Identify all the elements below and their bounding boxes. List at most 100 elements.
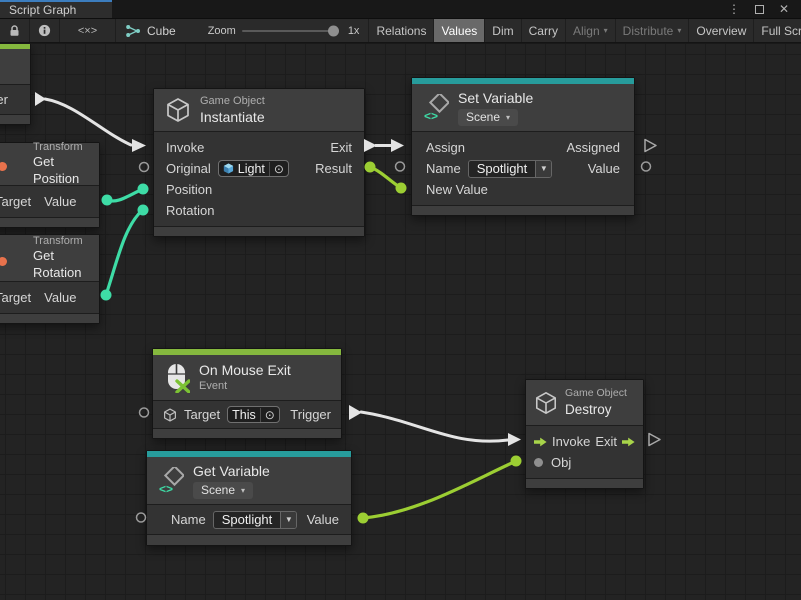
mouse-exit-icon bbox=[164, 363, 190, 393]
port-label-rotation: Rotation bbox=[166, 203, 214, 218]
graph-name: Cube bbox=[147, 24, 176, 38]
target-value: This bbox=[232, 408, 256, 422]
wire-get-variable-to-obj[interactable] bbox=[363, 462, 514, 518]
full-screen-button[interactable]: Full Screen bbox=[753, 19, 801, 42]
graph-canvas[interactable]: Trigger Transform Get Position Target Va… bbox=[0, 44, 801, 600]
code-icon: <×> bbox=[78, 25, 97, 37]
port-get-position-value-out[interactable] bbox=[102, 195, 113, 206]
node-on-mouse-exit[interactable]: On Mouse Exit Event Target This ⊙ Trigge… bbox=[152, 348, 342, 439]
port-label-assign: Assign bbox=[426, 140, 465, 155]
port-label-value: Value bbox=[44, 290, 76, 305]
port-label-name: Name bbox=[426, 161, 461, 176]
port-destroy-invoke-in[interactable] bbox=[508, 433, 521, 446]
zoom-slider-knob[interactable] bbox=[328, 25, 339, 36]
node-set-variable[interactable]: <> Set Variable Scene ▾ Assign Assigned … bbox=[411, 77, 635, 216]
flow-arrow-icon[interactable] bbox=[622, 437, 635, 447]
overview-button[interactable]: Overview bbox=[688, 19, 753, 42]
port-label-result: Result bbox=[315, 161, 352, 176]
chevron-down-icon[interactable]: ▼ bbox=[535, 161, 551, 177]
relations-button[interactable]: Relations bbox=[368, 19, 433, 42]
dim-button[interactable]: Dim bbox=[484, 19, 520, 42]
port-instantiate-invoke-in[interactable] bbox=[132, 139, 146, 152]
chevron-down-icon: ▾ bbox=[241, 487, 245, 495]
port-get-variable-value-out[interactable] bbox=[358, 513, 369, 524]
port-instantiate-original-in[interactable] bbox=[140, 163, 149, 172]
node-get-rotation[interactable]: Transform Get Rotation Target Value bbox=[0, 234, 100, 324]
port-set-variable-assigned-out[interactable] bbox=[645, 140, 656, 152]
node-category: Game Object bbox=[565, 387, 627, 401]
wire-get-rotation-to-rotation[interactable] bbox=[106, 211, 142, 296]
titlebar: Script Graph ⋮ ✕ bbox=[0, 0, 801, 19]
zoom-value: 1x bbox=[348, 25, 360, 37]
port-set-variable-value-out[interactable] bbox=[642, 162, 651, 171]
tab-script-graph[interactable]: Script Graph bbox=[0, 0, 112, 18]
wire-trigger-to-destroy-invoke[interactable] bbox=[361, 412, 508, 441]
port-get-rotation-value-out[interactable] bbox=[101, 290, 112, 301]
node-get-variable[interactable]: <> Get Variable Scene ▾ Name Spotlight ▼ bbox=[146, 450, 352, 546]
object-port-dot-icon[interactable] bbox=[534, 458, 543, 467]
node-title: Set Variable bbox=[458, 89, 533, 107]
variable-name-dropdown[interactable]: Spotlight ▼ bbox=[468, 160, 553, 178]
lock-button[interactable] bbox=[0, 19, 30, 42]
node-title: Get Rotation bbox=[33, 248, 99, 282]
info-button[interactable] bbox=[30, 19, 60, 42]
port-instantiate-result-out[interactable] bbox=[365, 162, 376, 173]
port-on-mouse-exit-target-in[interactable] bbox=[140, 408, 149, 417]
port-destroy-obj-in[interactable] bbox=[511, 456, 522, 467]
port-get-variable-name-in[interactable] bbox=[137, 513, 146, 522]
node-partial-event[interactable]: Trigger bbox=[0, 44, 31, 125]
original-value: Light bbox=[238, 162, 265, 176]
variable-scope-dropdown[interactable]: Scene ▾ bbox=[193, 482, 253, 499]
toolbar: <×> Cube Zoom 1x Relations Values Dim bbox=[0, 19, 801, 43]
wire-get-position-to-position[interactable] bbox=[107, 190, 142, 201]
zoom-slider[interactable] bbox=[242, 19, 342, 42]
variable-name-dropdown[interactable]: Spotlight ▼ bbox=[213, 511, 298, 529]
variable-icon: <> bbox=[423, 94, 449, 122]
port-label-obj: Obj bbox=[551, 455, 571, 470]
object-picker-icon[interactable]: ⊙ bbox=[260, 408, 275, 422]
node-title: Instantiate bbox=[200, 108, 265, 126]
port-on-mouse-exit-trigger-out[interactable] bbox=[349, 405, 362, 420]
graph-icon bbox=[125, 24, 141, 38]
graph-breadcrumb[interactable]: Cube bbox=[116, 19, 185, 42]
port-label-exit: Exit bbox=[595, 434, 617, 449]
port-instantiate-exit-out[interactable] bbox=[364, 139, 377, 152]
prefab-cube-icon bbox=[223, 163, 234, 174]
target-object-field[interactable]: This ⊙ bbox=[227, 406, 280, 423]
distribute-button[interactable]: Distribute▾ bbox=[615, 19, 689, 42]
flow-arrow-icon[interactable] bbox=[534, 437, 547, 447]
more-icon[interactable]: ⋮ bbox=[728, 2, 740, 16]
values-button[interactable]: Values bbox=[433, 19, 484, 42]
zoom-slider-track[interactable] bbox=[242, 30, 338, 32]
wire-result-to-new-value[interactable] bbox=[370, 167, 401, 188]
object-picker-icon[interactable]: ⊙ bbox=[269, 162, 284, 176]
svg-text:<>: <> bbox=[159, 482, 173, 495]
align-button[interactable]: Align▾ bbox=[565, 19, 615, 42]
script-graph-window: Script Graph ⋮ ✕ <×> bbox=[0, 0, 801, 600]
port-instantiate-rotation-in[interactable] bbox=[138, 205, 149, 216]
port-label-value: Value bbox=[307, 512, 339, 527]
port-destroy-exit-out[interactable] bbox=[649, 434, 660, 446]
port-instantiate-position-in[interactable] bbox=[138, 184, 149, 195]
node-get-position[interactable]: Transform Get Position Target Value bbox=[0, 142, 100, 228]
info-icon bbox=[38, 24, 51, 37]
variable-scope-dropdown[interactable]: Scene ▾ bbox=[458, 109, 518, 126]
code-view-button[interactable]: <×> bbox=[60, 19, 116, 42]
port-set-variable-assign-in[interactable] bbox=[391, 139, 404, 152]
close-icon[interactable]: ✕ bbox=[779, 2, 789, 16]
node-destroy[interactable]: Game Object Destroy Invoke Exit bbox=[525, 379, 644, 489]
port-event-trigger-out[interactable] bbox=[35, 92, 46, 106]
chevron-down-icon[interactable]: ▼ bbox=[280, 512, 296, 528]
node-title: On Mouse Exit bbox=[199, 361, 291, 379]
port-set-variable-name-in[interactable] bbox=[396, 162, 405, 171]
node-instantiate[interactable]: Game Object Instantiate Invoke Exit Orig… bbox=[153, 88, 365, 237]
maximize-icon[interactable] bbox=[755, 5, 764, 14]
node-category: Event bbox=[199, 379, 291, 393]
chevron-down-icon: ▾ bbox=[677, 27, 681, 35]
node-category: Transform bbox=[33, 234, 99, 248]
port-set-variable-new-value-in[interactable] bbox=[396, 183, 407, 194]
original-object-field[interactable]: Light ⊙ bbox=[218, 160, 289, 177]
port-label-position: Position bbox=[166, 182, 212, 197]
port-label-trigger: Trigger bbox=[290, 407, 331, 422]
carry-button[interactable]: Carry bbox=[521, 19, 565, 42]
